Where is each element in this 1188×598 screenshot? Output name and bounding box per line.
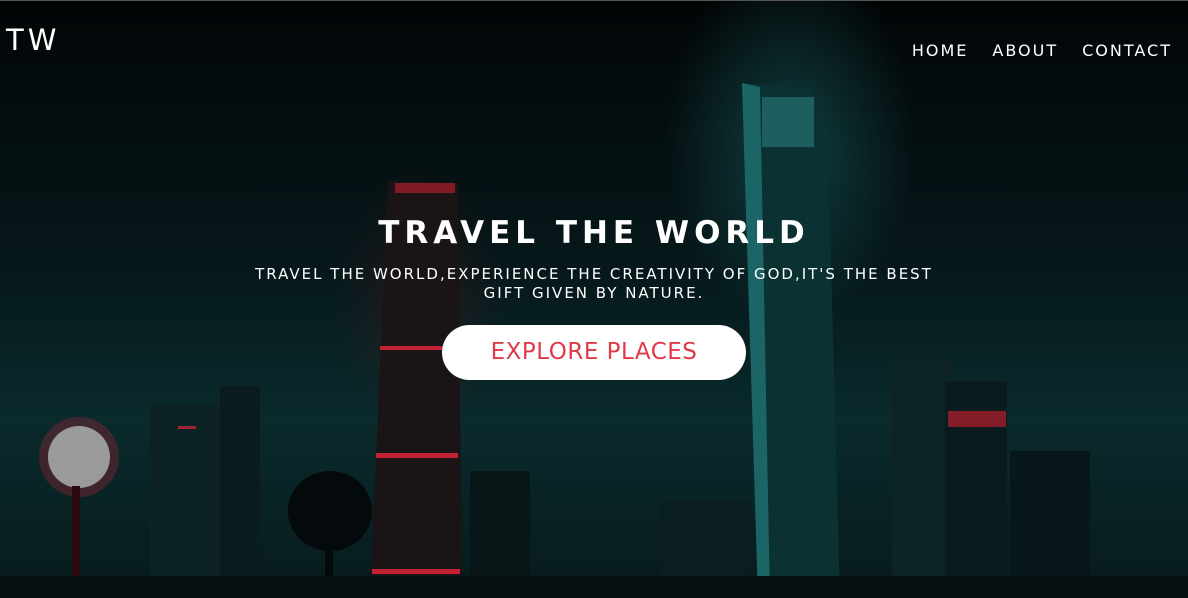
nav-contact-link[interactable]: CONTACT [1082, 41, 1172, 60]
left-building-1 [150, 406, 220, 598]
right-building-3 [1010, 451, 1090, 598]
left-building-red-sign [178, 426, 196, 429]
explore-places-button[interactable]: EXPLORE PLACES [442, 325, 746, 380]
hero-title: TRAVEL THE WORLD [378, 215, 810, 251]
nav-home-link[interactable]: HOME [912, 41, 969, 60]
red-band-top [395, 183, 455, 193]
right-building-1 [892, 359, 950, 598]
right-building-red-sign [948, 411, 1006, 427]
tree-silhouette [288, 471, 372, 551]
left-building-2 [220, 386, 260, 598]
hero-section: TW HOME ABOUT CONTACT TRAVEL THE WORLD T… [0, 0, 1188, 598]
tower-right-top-light [762, 97, 814, 147]
red-band-3 [372, 569, 460, 574]
top-navigation: HOME ABOUT CONTACT [912, 41, 1172, 60]
nav-about-link[interactable]: ABOUT [992, 41, 1058, 60]
hero-content: TRAVEL THE WORLD TRAVEL THE WORLD,EXPERI… [0, 215, 1188, 380]
street-lamp [48, 426, 110, 488]
ground [0, 576, 1188, 598]
site-logo[interactable]: TW [6, 23, 60, 57]
hero-subtitle: TRAVEL THE WORLD,EXPERIENCE THE CREATIVI… [255, 265, 933, 302]
red-band-2 [376, 453, 458, 458]
